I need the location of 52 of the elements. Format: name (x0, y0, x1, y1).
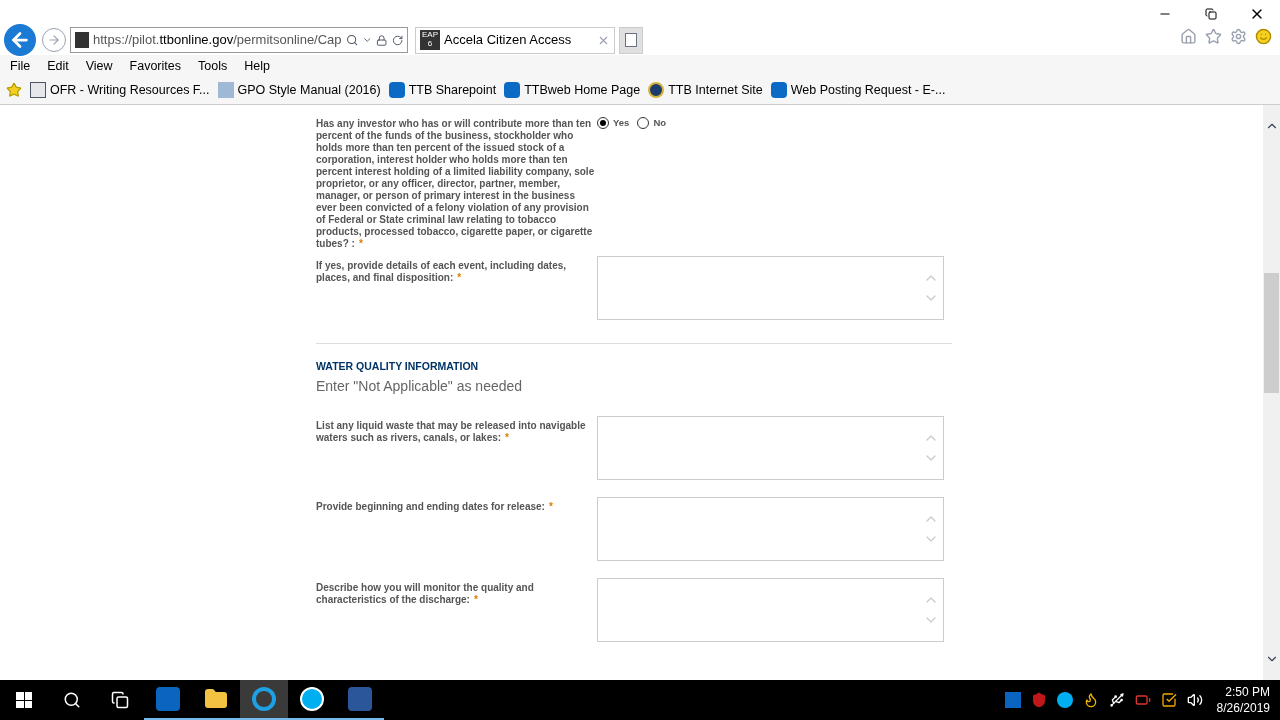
radio-label: Yes (613, 116, 630, 130)
checklist-icon[interactable] (1160, 692, 1177, 708)
field-label: If yes, provide details of each event, including dates, places, and final disposition: * (316, 259, 568, 285)
settings-icon[interactable] (1230, 28, 1247, 45)
favorite-link[interactable]: TTB Internet Site (668, 80, 763, 100)
field-label: Has any investor who has or will contribute more than ten percent of the funds of the business, stockholder who holds more than ten percent of the issued stock of a corporation, interest holder who holds more than ten percent interest holding of a limited liability company, sole proprietor, or any officer, director, partner, member, manager, or person of primary interest in the business ever been convicted of a felony violation of any provision of Federal or State criminal law relating to tobacco products, processed tobacco, cigarette paper, or cigarette tubes? : * (316, 117, 596, 250)
volume-icon[interactable] (1186, 692, 1203, 708)
clock[interactable]: 2:50 PM 8/26/2019 (1216, 684, 1270, 716)
lock-icon (376, 33, 388, 47)
field-label: Provide beginning and ending dates for release: * (316, 499, 554, 514)
home-icon[interactable] (1180, 28, 1197, 45)
section-subtitle: Enter "Not Applicable" as needed (316, 376, 524, 396)
menu-item[interactable]: File (10, 56, 31, 76)
menu-item[interactable]: Help (244, 56, 270, 76)
task-view-icon[interactable] (111, 691, 129, 709)
site-favicon: EAP 6 (420, 30, 440, 50)
site-favicon (75, 32, 89, 48)
radio-button[interactable] (637, 117, 650, 130)
favorites-star-icon[interactable] (6, 82, 22, 98)
smiley-icon[interactable] (1255, 28, 1272, 45)
favorite-link[interactable]: GPO Style Manual (2016) (237, 80, 381, 100)
star-icon[interactable] (1205, 28, 1222, 45)
usb-icon[interactable] (1108, 692, 1125, 708)
forward-arrow-icon (47, 33, 61, 47)
url-text: https://pilot.ttbonline.gov/permitsonline/Cap (92, 31, 342, 50)
refresh-icon[interactable] (391, 33, 403, 47)
radio-button[interactable] (597, 117, 609, 130)
menu-item[interactable]: Edit (47, 56, 69, 76)
folder-icon[interactable] (204, 687, 228, 711)
favorite-link[interactable]: TTB Sharepoint (408, 80, 497, 100)
restore-icon (1205, 8, 1217, 20)
field-label: Describe how you will monitor the quality and characteristics of the discharge: * (316, 580, 535, 607)
radio-label: No (653, 116, 667, 130)
favorite-link[interactable]: Web Posting Request - E-... (790, 80, 946, 100)
favorite-link[interactable]: TTBweb Home Page (524, 80, 641, 100)
browser-logo-icon[interactable] (252, 687, 276, 711)
search-icon[interactable] (345, 33, 358, 47)
search-icon[interactable] (63, 691, 81, 709)
address-bar[interactable]: https://pilot.ttbonline.gov/permitsonline/Cap (70, 27, 408, 53)
menu-item[interactable]: Tools (198, 56, 228, 76)
new-tab-button[interactable] (619, 26, 643, 54)
section-heading: WATER QUALITY INFORMATION (316, 359, 480, 374)
scrollbar[interactable] (1263, 105, 1280, 680)
battery-icon[interactable] (1134, 692, 1151, 708)
field-label: List any liquid waste that may be released into navigable waters such as rivers, canals, or lakes: * (316, 418, 587, 445)
favorite-link[interactable]: OFR - Writing Resources F... (50, 80, 210, 100)
menu-item[interactable]: View (85, 56, 113, 76)
scrollbar-thumb[interactable] (1264, 272, 1279, 393)
menu-item[interactable]: Favorites (129, 56, 181, 76)
shield-icon[interactable] (1030, 692, 1047, 708)
seal-icon (648, 82, 665, 98)
start-icon[interactable] (16, 692, 32, 708)
